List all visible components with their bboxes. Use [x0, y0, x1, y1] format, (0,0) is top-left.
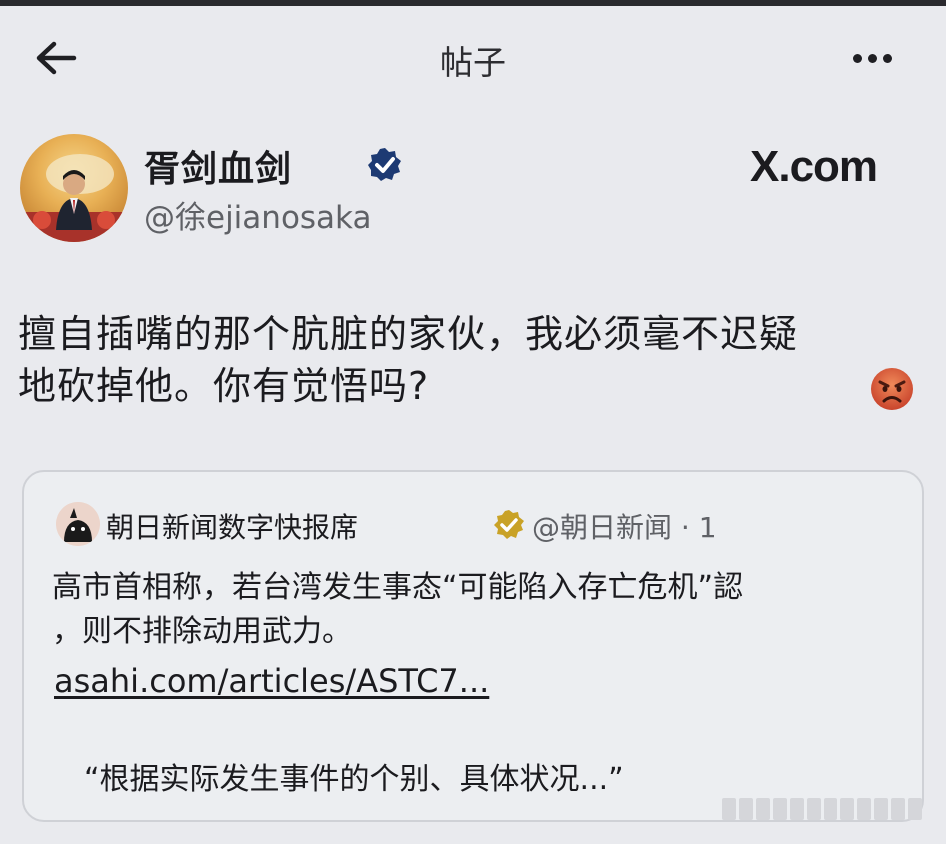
- post-text-line: 擅自插嘴的那个肮脏的家伙，我必须毫不迟疑: [18, 312, 799, 356]
- post-text: 擅自插嘴的那个肮脏的家伙，我必须毫不迟疑 地砍掉他。你有觉悟吗?: [18, 308, 898, 412]
- top-navigation-bar: 帖子: [0, 14, 946, 98]
- verified-badge-icon: [368, 148, 401, 181]
- more-options-button[interactable]: [842, 40, 902, 76]
- quoted-avatar-image: [56, 502, 100, 546]
- gold-verified-badge-icon: [494, 510, 524, 539]
- author-handle[interactable]: @徐ejianosaka: [144, 192, 371, 237]
- avatar-image: [20, 154, 128, 242]
- top-edge-strip: [0, 0, 946, 6]
- article-link[interactable]: asahi.com/articles/ASTC7...: [54, 662, 489, 700]
- author-avatar[interactable]: [20, 134, 128, 242]
- quoted-post-text: 高市首相称，若台湾发生事态“可能陷入存亡危机”認 ，则不排除动用武力。: [52, 566, 892, 654]
- quoted-text-line: 高市首相称，若台湾发生事态“可能陷入存亡危机”認: [52, 570, 744, 605]
- quoted-author-name[interactable]: 朝日新闻数字快报席: [106, 506, 358, 546]
- angry-face-emoji-icon: [871, 368, 913, 410]
- author-display-name[interactable]: 胥剑血剑: [144, 140, 292, 192]
- quoted-author-avatar[interactable]: [56, 502, 100, 546]
- more-dot: [867, 53, 877, 63]
- quoted-text-line: ，则不排除动用武力。: [52, 614, 352, 649]
- quoted-author-handle: @朝日新闻 · 1: [532, 511, 717, 544]
- more-dot: [882, 53, 892, 63]
- watermark-image: [722, 796, 923, 822]
- page-title: 帖子: [440, 43, 506, 82]
- source-brand-label: X.com: [750, 142, 878, 191]
- more-dots-icon: [852, 53, 862, 63]
- quoted-post-card[interactable]: 朝日新闻数字快报席 @朝日新闻 · 1 高市首相称，若台湾发生事态“可能陷入存亡…: [22, 470, 924, 822]
- article-excerpt: “根据实际发生事件的个别、具体状况...”: [84, 762, 624, 797]
- post-text-line: 地砍掉他。你有觉悟吗?: [18, 364, 430, 408]
